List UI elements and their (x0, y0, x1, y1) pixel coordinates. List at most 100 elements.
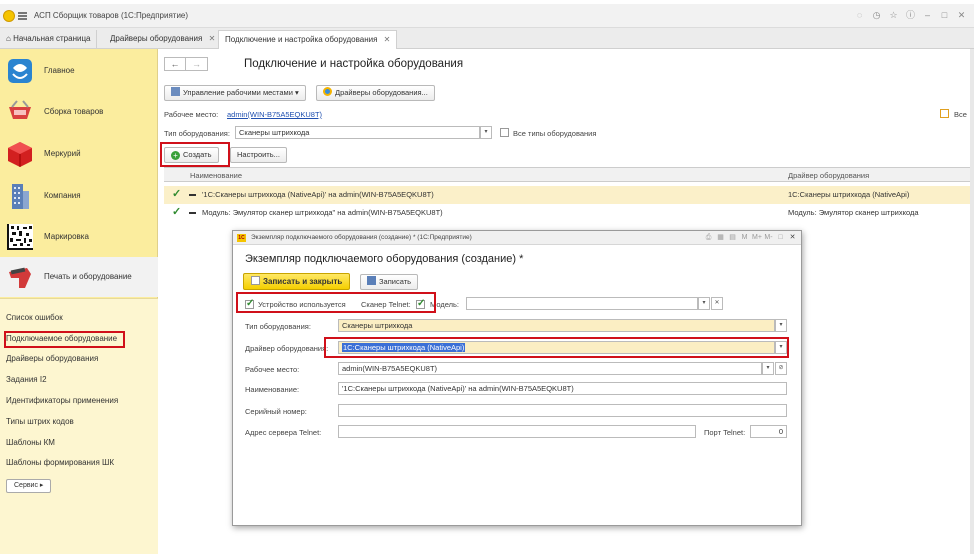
dialog-titlebar: 1С Экземпляр подключаемого оборудования … (233, 231, 801, 245)
save-button[interactable]: Записать (360, 274, 419, 290)
equipment-instance-dialog: 1С Экземпляр подключаемого оборудования … (232, 230, 802, 526)
equipment-type-dropdown[interactable]: ▾ (480, 126, 492, 139)
sidebar-item-print-equipment[interactable]: Печать и оборудование (0, 257, 158, 297)
telnet-port-field[interactable]: 0 (750, 425, 787, 438)
app-title: АСП Сборщик товаров (1С:Предприятие) (34, 11, 189, 20)
drivers-button[interactable]: Драйверы оборудования... (316, 85, 435, 101)
home-icon: ⌂ (6, 34, 11, 43)
sidebar-link-identifiers[interactable]: Идентификаторы применения (6, 396, 118, 405)
bell-icon[interactable]: ◌ (853, 9, 866, 22)
highlight-connected-equipment (4, 331, 125, 348)
back-button[interactable]: ← (164, 57, 186, 71)
dialog-workplace-dropdown[interactable]: ▾ (762, 362, 774, 375)
sidebar-link-barcode-templates[interactable]: Шаблоны формирования ШК (6, 458, 114, 467)
dialog-workplace-field[interactable]: admin(WIN-B75A5EQKU8T) (338, 362, 762, 375)
dialog-maximize-icon[interactable]: □ (776, 232, 785, 243)
calendar-icon[interactable]: ▦ (716, 232, 725, 243)
save-close-button[interactable]: Записать и закрыть (243, 273, 351, 290)
sidebar-link-barcode-types[interactable]: Типы штрих кодов (6, 417, 74, 426)
tab-drivers-label: Драйверы оборудования (110, 34, 203, 43)
sidebar-link-drivers[interactable]: Драйверы оборудования (6, 354, 98, 363)
dialog-logo-icon: 1С (237, 234, 246, 242)
datamatrix-icon (7, 224, 33, 250)
cube-icon (8, 142, 32, 167)
sidebar-item-assembly[interactable]: Сборка товаров (0, 92, 158, 132)
tab-bar: ⌂ Начальная страница Драйверы оборудован… (0, 28, 974, 49)
tab-home-label: Начальная страница (13, 34, 91, 43)
dialog-workplace-label: Рабочее место: (245, 365, 300, 374)
sidebar-link-errors[interactable]: Список ошибок (6, 313, 63, 322)
building-icon (12, 184, 29, 209)
manage-workplaces-button[interactable]: Управление рабочими местами ▾ (164, 85, 306, 101)
sidebar-item-main[interactable]: Главное (0, 51, 158, 91)
sidebar-item-mercury[interactable]: Меркурий (0, 134, 158, 174)
dialog-close-icon[interactable]: ✕ (788, 232, 797, 243)
sidebar-item-label: Сборка товаров (44, 107, 104, 116)
forward-button[interactable]: → (186, 57, 208, 71)
dialog-window-title: Экземпляр подключаемого оборудования (со… (251, 234, 472, 241)
configure-button[interactable]: Настроить... (230, 147, 287, 163)
sidebar-link-tasks[interactable]: Задания I2 (6, 375, 47, 384)
close-icon[interactable]: ✕ (955, 9, 968, 22)
sidebar-item-company[interactable]: Компания (0, 176, 158, 216)
dash-icon (189, 194, 196, 196)
tab-connection-setup[interactable]: Подключение и настройка оборудования ✕ (218, 30, 398, 49)
tab-home[interactable]: ⌂ Начальная страница (0, 30, 98, 49)
model-field[interactable] (466, 297, 698, 310)
memory-minus-icon[interactable]: M- (764, 232, 773, 243)
main-menu-icon[interactable] (18, 12, 27, 20)
vertical-scrollbar[interactable] (970, 49, 974, 554)
dialog-workplace-open-button[interactable]: ⊘ (775, 362, 787, 375)
tab-drivers[interactable]: Драйверы оборудования ✕ (104, 30, 223, 49)
model-dropdown[interactable]: ▾ (698, 297, 710, 310)
model-clear-button[interactable]: ✕ (711, 297, 723, 310)
drivers-icon (323, 87, 332, 96)
name-field[interactable]: '1С:Сканеры штрихкода (NativeApi)' на ad… (338, 382, 787, 395)
table-row[interactable]: ✓ '1С:Сканеры штрихкода (NativeApi)' на … (164, 186, 974, 204)
column-name: Наименование (190, 171, 242, 180)
all-label: Все (954, 110, 967, 119)
dialog-equipment-type-field[interactable]: Сканеры штрихкода (338, 319, 775, 332)
row-driver: Модуль: Эмулятор сканер штрихкода (788, 208, 919, 217)
all-types-label: Все типы оборудования (513, 129, 597, 138)
column-driver: Драйвер оборудования (788, 171, 870, 180)
workplace-icon (171, 87, 180, 96)
maximize-icon[interactable]: □ (938, 9, 951, 22)
sidebar-link-km-templates[interactable]: Шаблоны КМ (6, 438, 55, 447)
minimize-icon[interactable]: – (921, 9, 934, 22)
sidebar-item-label: Маркировка (44, 232, 89, 241)
table-row[interactable]: ✓ Модуль: Эмулятор сканер штрихкода" на … (164, 204, 974, 222)
history-icon[interactable]: ◷ (870, 9, 883, 22)
sidebar-item-label: Печать и оборудование (44, 272, 132, 281)
dialog-title: Экземпляр подключаемого оборудования (со… (245, 253, 524, 265)
save-icon (367, 276, 376, 285)
dialog-equipment-type-dropdown[interactable]: ▾ (775, 319, 787, 332)
serial-field[interactable] (338, 404, 787, 417)
service-button[interactable]: Сервис ▸ (6, 479, 52, 493)
serial-label: Серийный номер: (245, 407, 307, 416)
tab-close-icon[interactable]: ✕ (209, 34, 216, 43)
all-checkbox[interactable] (940, 109, 949, 118)
sidebar-item-marking[interactable]: Маркировка (0, 217, 158, 257)
sidebar-item-label: Меркурий (44, 149, 81, 158)
info-icon[interactable]: ⓘ (904, 9, 917, 22)
doc-icon (251, 276, 260, 285)
all-types-checkbox[interactable] (500, 128, 509, 137)
print-icon[interactable]: ⎙ (704, 232, 713, 243)
memory-icon[interactable]: M (740, 232, 749, 243)
telnet-address-field[interactable] (338, 425, 696, 438)
equipment-type-field[interactable]: Сканеры штрихкода (235, 126, 480, 139)
sidebar-item-label: Главное (44, 66, 75, 75)
save-label: Записать (379, 277, 412, 286)
calculator-icon[interactable]: ▤ (728, 232, 737, 243)
active-check-icon: ✓ (172, 206, 182, 218)
scanner-icon (9, 267, 31, 288)
star-icon[interactable]: ☆ (887, 9, 900, 22)
drivers-button-label: Драйверы оборудования... (335, 88, 428, 97)
cart-icon (9, 100, 31, 119)
tab-close-icon[interactable]: ✕ (384, 35, 391, 44)
name-label: Наименование: (245, 385, 300, 394)
memory-plus-icon[interactable]: M+ (752, 232, 762, 243)
workplace-link[interactable]: admin(WIN-B75A5EQKU8T) (227, 110, 322, 119)
app-titlebar: АСП Сборщик товаров (1С:Предприятие) ◌ ◷… (0, 4, 974, 28)
